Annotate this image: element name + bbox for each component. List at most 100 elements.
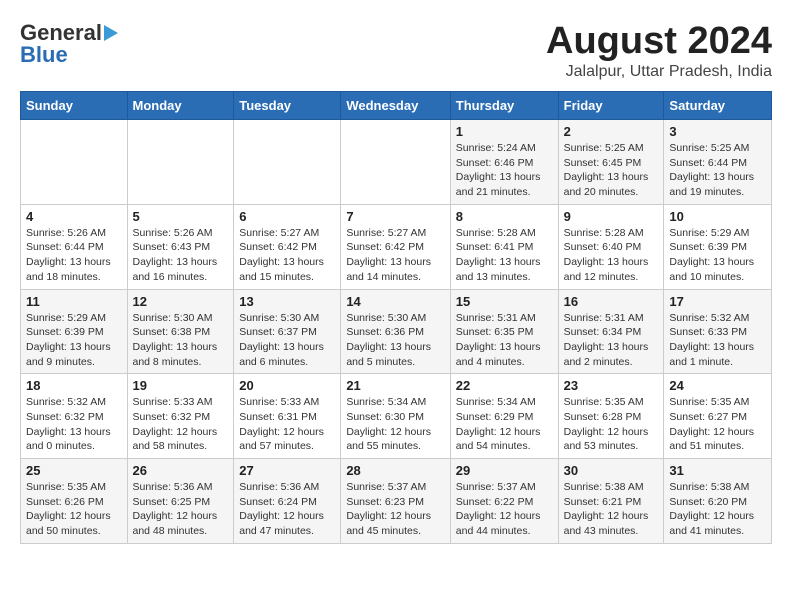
calendar-cell: 1Sunrise: 5:24 AM Sunset: 6:46 PM Daylig… bbox=[450, 120, 558, 205]
day-number: 23 bbox=[564, 378, 659, 393]
day-info: Sunrise: 5:29 AM Sunset: 6:39 PM Dayligh… bbox=[669, 226, 766, 285]
day-info: Sunrise: 5:33 AM Sunset: 6:31 PM Dayligh… bbox=[239, 395, 335, 454]
calendar-cell: 15 Sunrise: 5:31 AM Sunset: 6:35 PM Dayli… bbox=[450, 289, 558, 374]
calendar-cell bbox=[21, 120, 128, 205]
day-info: Sunrise: 5:26 AM Sunset: 6:43 PM Dayligh… bbox=[133, 226, 229, 285]
day-info: Sunrise: 5:26 AM Sunset: 6:44 PM Dayligh… bbox=[26, 226, 122, 285]
calendar-table: SundayMondayTuesdayWednesdayThursdayFrid… bbox=[20, 91, 772, 544]
day-number: 15 bbox=[456, 294, 553, 309]
day-info: Sunrise: 5:38 AM Sunset: 6:21 PM Dayligh… bbox=[564, 480, 659, 539]
day-number: 18 bbox=[26, 378, 122, 393]
day-info: Sunrise: 5:31 AM Sunset: 6:34 PM Dayligh… bbox=[564, 311, 659, 370]
calendar-cell: 24 Sunrise: 5:35 AM Sunset: 6:27 PM Dayli… bbox=[664, 374, 772, 459]
day-info: Sunrise: 5:38 AM Sunset: 6:20 PM Dayligh… bbox=[669, 480, 766, 539]
calendar-cell: 12 Sunrise: 5:30 AM Sunset: 6:38 PM Dayli… bbox=[127, 289, 234, 374]
day-number: 20 bbox=[239, 378, 335, 393]
day-info: Sunrise: 5:35 AM Sunset: 6:27 PM Dayligh… bbox=[669, 395, 766, 454]
calendar-cell: 17 Sunrise: 5:32 AM Sunset: 6:33 PM Dayli… bbox=[664, 289, 772, 374]
calendar-cell: 20 Sunrise: 5:33 AM Sunset: 6:31 PM Dayli… bbox=[234, 374, 341, 459]
calendar-week-row: 11 Sunrise: 5:29 AM Sunset: 6:39 PM Dayli… bbox=[21, 289, 772, 374]
day-number: 31 bbox=[669, 463, 766, 478]
calendar-cell: 23 Sunrise: 5:35 AM Sunset: 6:28 PM Dayli… bbox=[558, 374, 664, 459]
day-info: Sunrise: 5:32 AM Sunset: 6:33 PM Dayligh… bbox=[669, 311, 766, 370]
day-number: 13 bbox=[239, 294, 335, 309]
day-info: Sunrise: 5:32 AM Sunset: 6:32 PM Dayligh… bbox=[26, 395, 122, 454]
calendar-cell: 2Sunrise: 5:25 AM Sunset: 6:45 PM Daylig… bbox=[558, 120, 664, 205]
day-info: Sunrise: 5:28 AM Sunset: 6:41 PM Dayligh… bbox=[456, 226, 553, 285]
column-header-friday: Friday bbox=[558, 92, 664, 120]
day-number: 19 bbox=[133, 378, 229, 393]
calendar-week-row: 4 Sunrise: 5:26 AM Sunset: 6:44 PM Daylig… bbox=[21, 204, 772, 289]
calendar-cell: 26Sunrise: 5:36 AM Sunset: 6:25 PM Dayli… bbox=[127, 459, 234, 544]
day-number: 8 bbox=[456, 209, 553, 224]
day-info: Sunrise: 5:34 AM Sunset: 6:29 PM Dayligh… bbox=[456, 395, 553, 454]
calendar-cell: 11 Sunrise: 5:29 AM Sunset: 6:39 PM Dayli… bbox=[21, 289, 128, 374]
day-info: Sunrise: 5:34 AM Sunset: 6:30 PM Dayligh… bbox=[346, 395, 444, 454]
calendar-cell: 9 Sunrise: 5:28 AM Sunset: 6:40 PM Daylig… bbox=[558, 204, 664, 289]
calendar-cell: 3Sunrise: 5:25 AM Sunset: 6:44 PM Daylig… bbox=[664, 120, 772, 205]
logo-blue: Blue bbox=[20, 42, 68, 68]
calendar-cell: 19 Sunrise: 5:33 AM Sunset: 6:32 PM Dayli… bbox=[127, 374, 234, 459]
day-number: 11 bbox=[26, 294, 122, 309]
day-number: 5 bbox=[133, 209, 229, 224]
day-info: Sunrise: 5:35 AM Sunset: 6:28 PM Dayligh… bbox=[564, 395, 659, 454]
calendar-cell: 29 Sunrise: 5:37 AM Sunset: 6:22 PM Dayli… bbox=[450, 459, 558, 544]
column-header-sunday: Sunday bbox=[21, 92, 128, 120]
column-header-monday: Monday bbox=[127, 92, 234, 120]
calendar-week-row: 25 Sunrise: 5:35 AM Sunset: 6:26 PM Dayli… bbox=[21, 459, 772, 544]
day-number: 6 bbox=[239, 209, 335, 224]
day-number: 7 bbox=[346, 209, 444, 224]
day-info: Sunrise: 5:36 AM Sunset: 6:24 PM Dayligh… bbox=[239, 480, 335, 539]
day-info: Sunrise: 5:29 AM Sunset: 6:39 PM Dayligh… bbox=[26, 311, 122, 370]
day-number: 14 bbox=[346, 294, 444, 309]
day-info: Sunrise: 5:35 AM Sunset: 6:26 PM Dayligh… bbox=[26, 480, 122, 539]
day-number: 2 bbox=[564, 124, 659, 139]
day-number: 21 bbox=[346, 378, 444, 393]
month-year-title: August 2024 bbox=[546, 20, 772, 63]
calendar-cell: 8 Sunrise: 5:28 AM Sunset: 6:41 PM Daylig… bbox=[450, 204, 558, 289]
calendar-cell: 6 Sunrise: 5:27 AM Sunset: 6:42 PM Daylig… bbox=[234, 204, 341, 289]
calendar-cell: 13 Sunrise: 5:30 AM Sunset: 6:37 PM Dayli… bbox=[234, 289, 341, 374]
day-number: 12 bbox=[133, 294, 229, 309]
day-number: 4 bbox=[26, 209, 122, 224]
day-info: Sunrise: 5:27 AM Sunset: 6:42 PM Dayligh… bbox=[239, 226, 335, 285]
calendar-week-row: 18 Sunrise: 5:32 AM Sunset: 6:32 PM Dayli… bbox=[21, 374, 772, 459]
column-header-wednesday: Wednesday bbox=[341, 92, 450, 120]
calendar-cell: 21 Sunrise: 5:34 AM Sunset: 6:30 PM Dayli… bbox=[341, 374, 450, 459]
day-number: 29 bbox=[456, 463, 553, 478]
title-area: August 2024 Jalalpur, Uttar Pradesh, Ind… bbox=[546, 20, 772, 81]
column-header-thursday: Thursday bbox=[450, 92, 558, 120]
day-info: Sunrise: 5:33 AM Sunset: 6:32 PM Dayligh… bbox=[133, 395, 229, 454]
day-info: Sunrise: 5:37 AM Sunset: 6:23 PM Dayligh… bbox=[346, 480, 444, 539]
day-info: Sunrise: 5:36 AM Sunset: 6:25 PM Dayligh… bbox=[133, 480, 229, 539]
calendar-week-row: 1Sunrise: 5:24 AM Sunset: 6:46 PM Daylig… bbox=[21, 120, 772, 205]
day-info: Sunrise: 5:30 AM Sunset: 6:37 PM Dayligh… bbox=[239, 311, 335, 370]
calendar-cell: 7 Sunrise: 5:27 AM Sunset: 6:42 PM Daylig… bbox=[341, 204, 450, 289]
calendar-cell bbox=[127, 120, 234, 205]
calendar-cell: 30 Sunrise: 5:38 AM Sunset: 6:21 PM Dayli… bbox=[558, 459, 664, 544]
day-number: 17 bbox=[669, 294, 766, 309]
day-number: 9 bbox=[564, 209, 659, 224]
calendar-cell: 31 Sunrise: 5:38 AM Sunset: 6:20 PM Dayli… bbox=[664, 459, 772, 544]
calendar-cell: 28 Sunrise: 5:37 AM Sunset: 6:23 PM Dayli… bbox=[341, 459, 450, 544]
logo-arrow-icon bbox=[104, 25, 118, 41]
day-number: 28 bbox=[346, 463, 444, 478]
day-info: Sunrise: 5:30 AM Sunset: 6:36 PM Dayligh… bbox=[346, 311, 444, 370]
day-number: 16 bbox=[564, 294, 659, 309]
day-info: Sunrise: 5:37 AM Sunset: 6:22 PM Dayligh… bbox=[456, 480, 553, 539]
calendar-cell: 10Sunrise: 5:29 AM Sunset: 6:39 PM Dayli… bbox=[664, 204, 772, 289]
page-header: General Blue August 2024 Jalalpur, Uttar… bbox=[20, 20, 772, 81]
day-info: Sunrise: 5:25 AM Sunset: 6:44 PM Dayligh… bbox=[669, 141, 766, 200]
calendar-cell: 4 Sunrise: 5:26 AM Sunset: 6:44 PM Daylig… bbox=[21, 204, 128, 289]
calendar-cell: 5 Sunrise: 5:26 AM Sunset: 6:43 PM Daylig… bbox=[127, 204, 234, 289]
calendar-cell: 16 Sunrise: 5:31 AM Sunset: 6:34 PM Dayli… bbox=[558, 289, 664, 374]
day-info: Sunrise: 5:28 AM Sunset: 6:40 PM Dayligh… bbox=[564, 226, 659, 285]
day-info: Sunrise: 5:30 AM Sunset: 6:38 PM Dayligh… bbox=[133, 311, 229, 370]
calendar-cell: 18 Sunrise: 5:32 AM Sunset: 6:32 PM Dayli… bbox=[21, 374, 128, 459]
day-info: Sunrise: 5:31 AM Sunset: 6:35 PM Dayligh… bbox=[456, 311, 553, 370]
day-info: Sunrise: 5:27 AM Sunset: 6:42 PM Dayligh… bbox=[346, 226, 444, 285]
day-number: 24 bbox=[669, 378, 766, 393]
day-number: 30 bbox=[564, 463, 659, 478]
day-number: 25 bbox=[26, 463, 122, 478]
column-header-saturday: Saturday bbox=[664, 92, 772, 120]
